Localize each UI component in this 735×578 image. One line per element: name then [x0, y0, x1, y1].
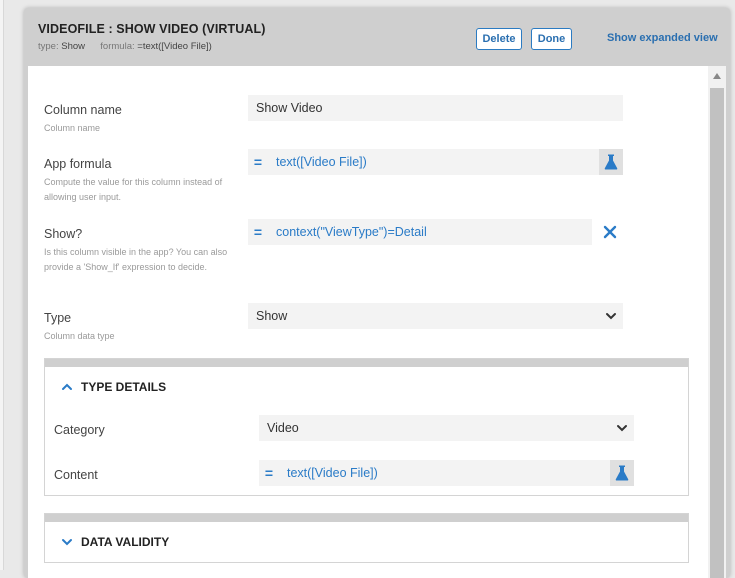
- app-formula-input[interactable]: = text([Video File]): [248, 149, 623, 175]
- category-label: Category: [54, 423, 105, 437]
- scrollbar[interactable]: [708, 66, 726, 578]
- dialog-title: VIDEOFILE : SHOW VIDEO (VIRTUAL): [38, 22, 266, 36]
- app-formula-label: App formula: [44, 157, 112, 171]
- chevron-down-icon: [606, 313, 616, 320]
- column-name-help: Column name: [44, 123, 101, 133]
- column-name-label: Column name: [44, 103, 122, 117]
- content-formula-input[interactable]: = text([Video File]): [259, 460, 634, 486]
- equals-icon: =: [264, 465, 274, 481]
- category-select-value: Video: [267, 421, 299, 435]
- chevron-up-icon: [62, 383, 72, 390]
- scroll-up-button[interactable]: [708, 66, 726, 86]
- column-editor-dialog: VIDEOFILE : SHOW VIDEO (VIRTUAL) type: S…: [24, 8, 730, 578]
- data-validity-panel: DATA VALIDITY: [44, 513, 689, 563]
- show-if-input[interactable]: = context("ViewType")=Detail: [248, 219, 592, 245]
- category-select[interactable]: Video: [259, 415, 634, 441]
- data-validity-header[interactable]: DATA VALIDITY: [45, 522, 688, 562]
- app-formula-help: Compute the value for this column instea…: [44, 177, 223, 202]
- type-select[interactable]: Show: [248, 303, 623, 329]
- chevron-down-icon: [62, 539, 72, 546]
- type-label: type:: [38, 41, 59, 52]
- done-button[interactable]: Done: [531, 28, 572, 50]
- type-details-header[interactable]: TYPE DETAILS: [45, 367, 688, 407]
- show-help: Is this column visible in the app? You c…: [44, 247, 228, 272]
- formula-label: formula:: [100, 41, 135, 52]
- flask-icon: [604, 154, 618, 170]
- close-icon[interactable]: [602, 224, 618, 240]
- chevron-down-icon: [617, 425, 627, 432]
- show-expanded-view-link[interactable]: Show expanded view: [607, 32, 718, 44]
- delete-button[interactable]: Delete: [476, 28, 522, 50]
- data-validity-heading: DATA VALIDITY: [81, 535, 170, 549]
- column-name-input[interactable]: Show Video: [248, 95, 623, 121]
- test-formula-button[interactable]: [599, 149, 623, 175]
- type-help: Column data type: [44, 331, 115, 341]
- type-value: Show: [61, 41, 86, 52]
- dialog-content: Column name Column name Show Video App f…: [28, 66, 708, 578]
- column-summary: type: Show formula: =text([Video File]): [38, 41, 212, 52]
- show-if-value: context("ViewType")=Detail: [276, 225, 427, 239]
- type-select-value: Show: [256, 309, 288, 323]
- type-label: Type: [44, 311, 72, 325]
- app-formula-value: text([Video File]): [276, 155, 367, 169]
- equals-icon: =: [253, 224, 263, 240]
- show-label: Show?: [44, 227, 83, 241]
- flask-icon: [615, 465, 629, 481]
- content-label: Content: [54, 468, 98, 482]
- background-edge: [0, 0, 4, 570]
- equals-icon: =: [253, 154, 263, 170]
- column-name-value: Show Video: [256, 101, 323, 115]
- caret-up-icon: [713, 73, 721, 79]
- scrollbar-thumb[interactable]: [710, 88, 724, 578]
- type-details-heading: TYPE DETAILS: [81, 380, 167, 394]
- formula-value: =text([Video File]): [137, 41, 212, 52]
- test-formula-button[interactable]: [610, 460, 634, 486]
- content-formula-value: text([Video File]): [287, 466, 378, 480]
- dialog-header: VIDEOFILE : SHOW VIDEO (VIRTUAL) type: S…: [24, 8, 730, 66]
